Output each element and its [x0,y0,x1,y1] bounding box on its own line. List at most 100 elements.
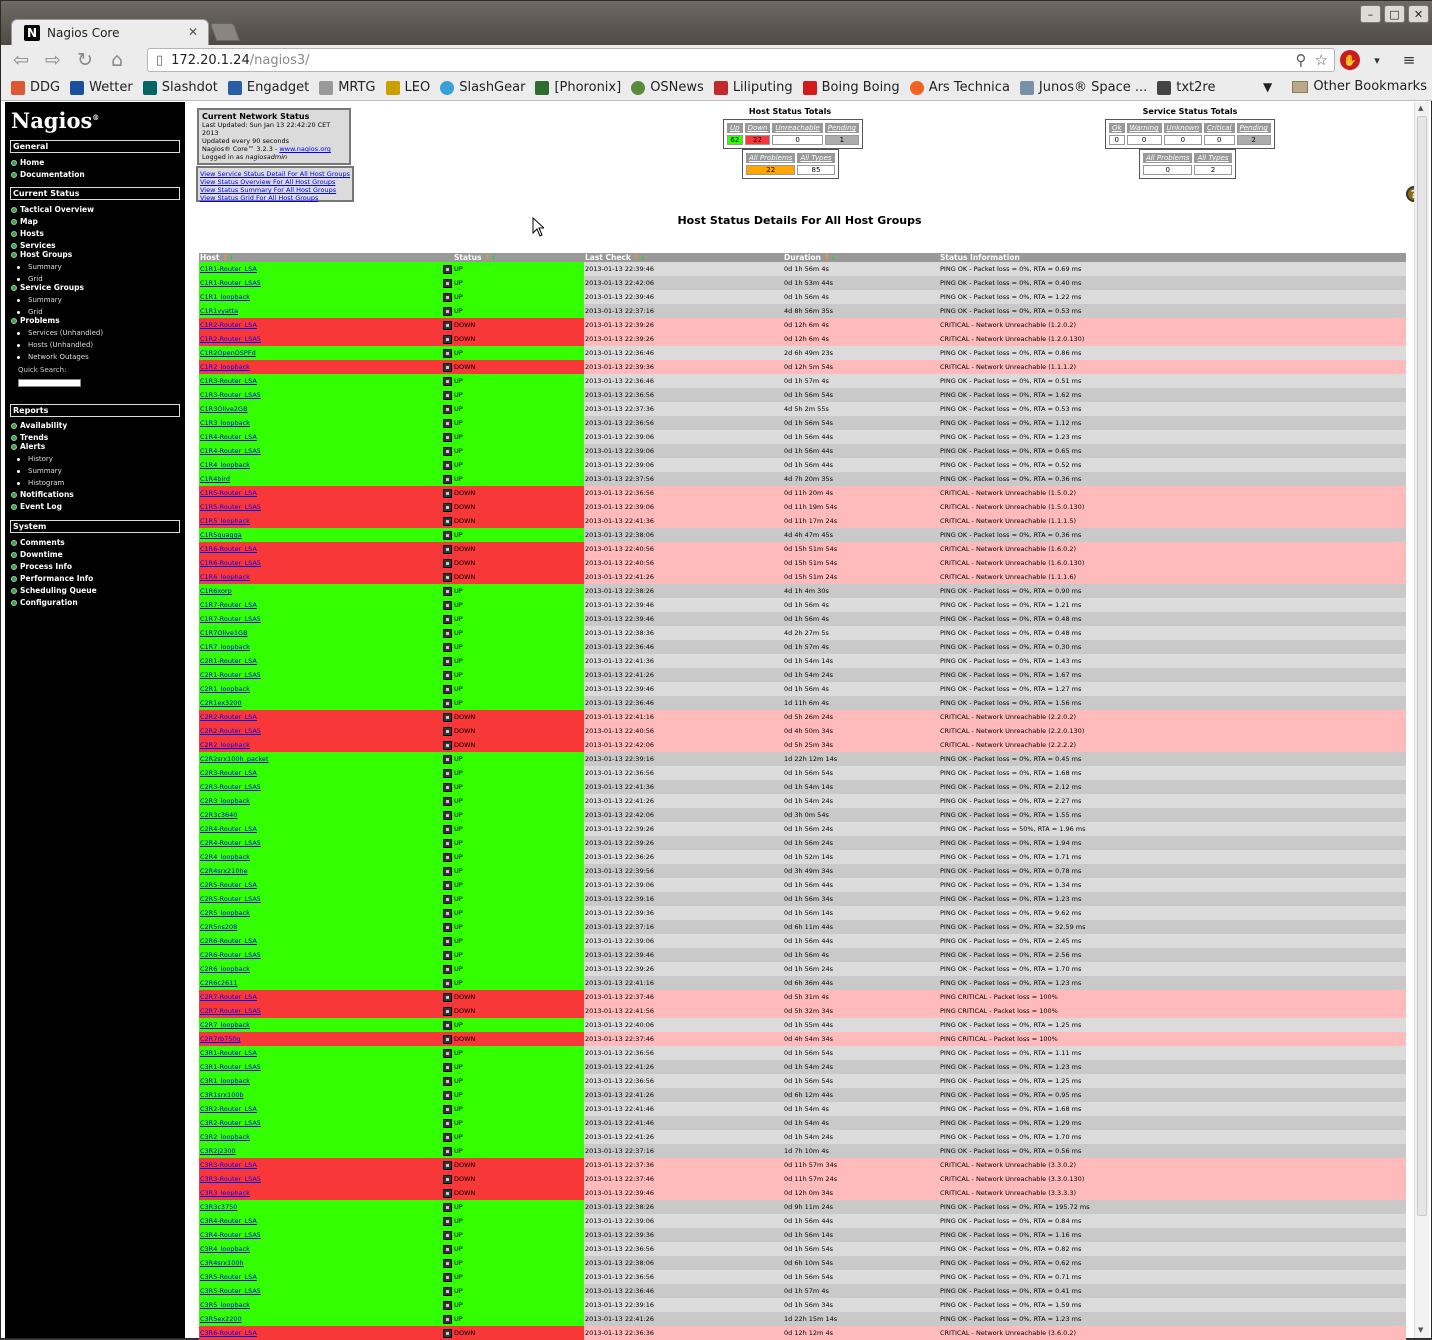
host-services-icon[interactable] [443,628,452,638]
host-link[interactable]: C2R3_loopback [200,797,250,805]
nav-hosts-unhandled[interactable]: Hosts (Unhandled) [17,341,93,349]
nav-hostgroups-grid[interactable]: Grid [17,275,43,283]
nav-alerts-summary[interactable]: Summary [17,467,62,475]
host-link[interactable]: C3R1-Router_LSA5 [200,1063,261,1071]
host-link[interactable]: C1R4-Router_LSA5 [200,447,261,455]
nav-home[interactable]: Home [11,158,44,167]
host-link[interactable]: C1R1_loopback [200,293,250,301]
host-link[interactable]: C2R6_loopback [200,965,250,973]
host-services-icon[interactable] [443,670,452,680]
host-services-icon[interactable] [443,348,452,358]
nav-services[interactable]: Services [11,241,56,250]
host-services-icon[interactable] [443,306,452,316]
host-link[interactable]: C1R1-Router_LSA [200,265,257,273]
host-services-icon[interactable] [443,1244,452,1254]
host-services-icon[interactable] [443,390,452,400]
quick-search-input[interactable] [18,379,81,387]
nav-service-groups[interactable]: Service Groups [11,283,84,292]
host-services-icon[interactable] [443,698,452,708]
host-link[interactable]: C2R3-Router_LSA5 [200,783,261,791]
host-link[interactable]: C1R5quagga [200,531,242,539]
host-link[interactable]: C3R5ex2200 [200,1315,242,1323]
nav-map[interactable]: Map [11,217,38,226]
host-link[interactable]: C1R3_loopback [200,419,250,427]
tab-close-icon[interactable]: ✕ [188,25,198,39]
host-services-icon[interactable] [443,964,452,974]
home-icon[interactable]: ⌂ [105,48,129,72]
host-services-icon[interactable] [443,1076,452,1086]
host-link[interactable]: C2R4-Router_LSA5 [200,839,261,847]
nav-servicegroups-summary[interactable]: Summary [17,296,62,304]
host-link[interactable]: C2R5ns208 [200,923,237,931]
menu-icon[interactable]: ≡ [1399,50,1419,70]
nav-documentation[interactable]: Documentation [11,170,85,179]
reload-icon[interactable]: ↻ [73,48,97,72]
host-link[interactable]: C2R5-Router_LSA5 [200,895,261,903]
minimize-button[interactable]: – [1360,5,1381,23]
host-services-icon[interactable] [443,992,452,1002]
nav-process-info[interactable]: Process Info [11,562,72,571]
host-all-problems-header[interactable]: All Problems [746,153,796,163]
host-link[interactable]: C2R4-Router_LSA [200,825,257,833]
bookmarks-overflow-icon[interactable]: ▼ [1263,80,1272,94]
host-services-icon[interactable] [443,1300,452,1310]
nagios-site-link[interactable]: www.nagios.org [279,145,331,153]
host-services-icon[interactable] [443,1202,452,1212]
host-services-icon[interactable] [443,600,452,610]
host-services-icon[interactable] [443,740,452,750]
host-services-icon[interactable] [443,782,452,792]
host-services-icon[interactable] [443,684,452,694]
nagios-logo[interactable]: Nagios® [11,108,99,133]
nav-availability[interactable]: Availability [11,421,67,430]
host-link[interactable]: C2R5-Router_LSA [200,881,257,889]
host-link[interactable]: C3R4-Router_LSA5 [200,1231,261,1239]
host-services-icon[interactable] [443,530,452,540]
host-services-icon[interactable] [443,376,452,386]
bookmark-mrtg[interactable]: MRTG [319,80,376,95]
host-link[interactable]: C1R1-Router_LSA5 [200,279,261,287]
host-link[interactable]: C1R3-Router_LSA5 [200,391,261,399]
host-link[interactable]: C3R4-Router_LSA [200,1217,257,1225]
host-link[interactable]: C3R3-Router_LSA [200,1161,257,1169]
host-services-icon[interactable] [443,1230,452,1240]
help-icon[interactable]: ? [1406,186,1414,202]
host-services-icon[interactable] [443,908,452,918]
host-link[interactable]: C3R1-Router_LSA [200,1049,257,1057]
host-link[interactable]: C3R6-Router_LSA [200,1329,257,1337]
host-services-icon[interactable] [443,1188,452,1198]
nav-tactical-overview[interactable]: Tactical Overview [11,205,94,214]
host-services-icon[interactable] [443,712,452,722]
host-services-icon[interactable] [443,362,452,372]
nav-hosts[interactable]: Hosts [11,229,44,238]
nav-configuration[interactable]: Configuration [11,598,78,607]
scroll-down-icon[interactable]: ▼ [1418,1326,1423,1334]
host-link[interactable]: C2R6-Router_LSA [200,937,257,945]
host-services-icon[interactable] [443,292,452,302]
host-up-header[interactable]: Up [727,123,743,133]
nav-alerts[interactable]: Alerts [11,442,45,451]
host-services-icon[interactable] [443,838,452,848]
column-last-check-header[interactable]: Last Check ↑↓ [584,253,783,262]
host-link[interactable]: C2R7-Router_LSA5 [200,1007,261,1015]
host-services-icon[interactable] [443,572,452,582]
bookmark-junos[interactable]: Junos® Space ... [1019,80,1147,95]
vertical-scrollbar[interactable]: ▲ ▼ [1414,102,1429,1338]
host-link[interactable]: C3R5-Router_LSA5 [200,1287,261,1295]
host-services-icon[interactable] [443,1160,452,1170]
host-services-icon[interactable] [443,978,452,988]
host-pending-header[interactable]: Pending [824,123,859,133]
host-link[interactable]: C2R1_loopback [200,685,250,693]
svc-warning-header[interactable]: Warning [1126,123,1162,133]
host-link[interactable]: C3R1_loopback [200,1077,250,1085]
host-services-icon[interactable] [443,502,452,512]
host-services-icon[interactable] [443,1132,452,1142]
link-status-summary[interactable]: View Status Summary For All Host Groups [200,186,350,194]
nav-services-unhandled[interactable]: Services (Unhandled) [17,329,103,337]
link-status-overview[interactable]: View Status Overview For All Host Groups [200,178,350,186]
host-services-icon[interactable] [443,754,452,764]
host-link[interactable]: C2R6c2611 [200,979,237,987]
bookmark-arstechnica[interactable]: Ars Technica [909,80,1010,95]
nav-performance-info[interactable]: Performance Info [11,574,93,583]
zoom-icon[interactable]: ⚲ [1296,51,1307,69]
new-tab-button[interactable] [209,23,241,41]
